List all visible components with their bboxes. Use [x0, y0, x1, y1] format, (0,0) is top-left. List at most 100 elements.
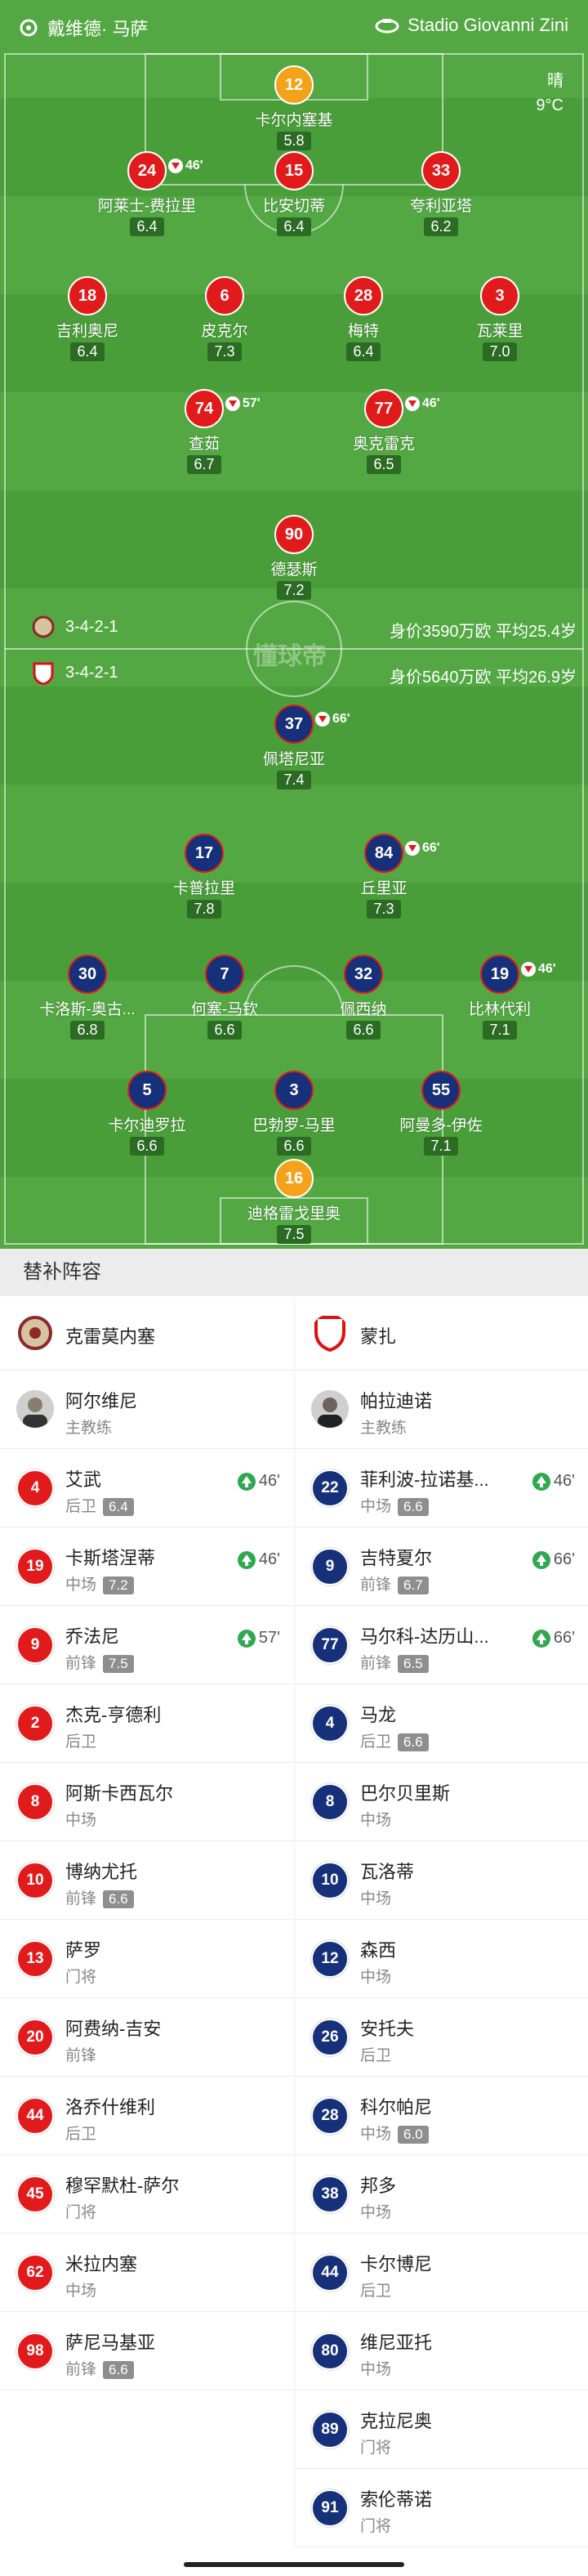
coach-role: 主教练	[65, 1420, 113, 1437]
sub-in-arrow-icon	[237, 1550, 256, 1569]
sub-row[interactable]: 4 马龙 后卫 6.6	[295, 1684, 588, 1763]
sub-row[interactable]: 38 邦多 中场	[295, 2155, 588, 2234]
sub-row[interactable]: 4 艾武 后卫 6.4 46'	[0, 1449, 293, 1527]
sub-position-wrap: 后卫 6.6	[360, 1729, 429, 1751]
sub-row[interactable]: 44 卡尔博尼 后卫	[295, 2234, 588, 2312]
sub-row[interactable]: 9 乔法尼 前锋 7.5 57'	[0, 1606, 293, 1684]
sub-rating: 6.6	[398, 1498, 429, 1516]
player-rating: 6.6	[130, 1137, 164, 1156]
sub-row[interactable]: 9 吉特夏尔 前锋 6.7 66'	[295, 1527, 588, 1606]
player-rating: 6.6	[207, 1021, 242, 1040]
sub-name: 阿斯卡西瓦尔	[65, 1783, 174, 1804]
sub-position: 中场	[360, 2204, 392, 2221]
pitch-player[interactable]: 5 卡尔迪罗拉 6.6	[74, 1071, 220, 1156]
sub-row[interactable]: 10 博纳尤托 前锋 6.6	[0, 1841, 293, 1920]
sub-row[interactable]: 22 菲利波-拉诺基... 中场 6.6 46'	[295, 1449, 588, 1527]
sub-position-wrap: 中场 6.6	[360, 1494, 429, 1516]
pitch-player[interactable]: 6 皮克尔 7.3	[151, 276, 298, 361]
pitch-player[interactable]: 32 佩西纳 6.6	[290, 955, 437, 1040]
player-number: 17	[185, 834, 224, 873]
player-number: 19 46'	[480, 955, 556, 994]
pitch-player[interactable]: 3 巴勃罗-马里 6.6	[220, 1071, 368, 1156]
sub-name: 巴尔贝里斯	[360, 1783, 451, 1804]
right-coach[interactable]: 帕拉迪诺 主教练	[295, 1371, 588, 1449]
sub-row[interactable]: 91 索伦蒂诺 门将	[295, 2469, 588, 2547]
player-number-text: 24	[137, 162, 157, 180]
sub-row[interactable]: 12 森西 中场	[295, 1920, 588, 1998]
sub-row[interactable]: 26 安托夫 后卫	[295, 1998, 588, 2077]
left-coach[interactable]: 阿尔维尼 主教练	[0, 1371, 293, 1449]
sub-row[interactable]: 98 萨尼马基亚 前锋 6.6	[0, 2312, 293, 2390]
sub-number: 8	[16, 1783, 54, 1821]
sub-row[interactable]: 2 杰克-亨德利 后卫	[0, 1684, 293, 1763]
sub-row[interactable]: 19 卡斯塔涅蒂 中场 7.2 46'	[0, 1527, 293, 1606]
pitch-player[interactable]: 30 卡洛斯-奥古... 6.8	[14, 955, 161, 1040]
player-number: 55	[421, 1071, 461, 1110]
sub-position: 前锋	[65, 2361, 97, 2378]
sub-name: 科尔帕尼	[360, 2097, 433, 2118]
sub-row[interactable]: 20 阿费纳-吉安 前锋	[0, 1998, 293, 2077]
coach-avatar	[311, 1390, 349, 1428]
sub-name: 乔法尼	[65, 1626, 120, 1647]
sub-badge: 46'	[521, 951, 556, 987]
pitch-player[interactable]: 24 46' 阿莱士-费拉里 6.4	[74, 151, 220, 236]
sub-row[interactable]: 13 萨罗 门将	[0, 1920, 293, 1998]
pitch-player[interactable]: 15 比安切蒂 6.4	[220, 151, 368, 236]
sub-number: 45	[16, 2176, 54, 2213]
team-coach: 戴维德· 马萨	[18, 15, 148, 41]
pitch-player[interactable]: 55 阿曼多-伊佐 7.1	[368, 1071, 514, 1156]
pitch-player[interactable]: 33 夸利亚塔 6.2	[368, 151, 514, 236]
sub-minute: 66'	[332, 712, 350, 726]
sub-position: 中场	[360, 1890, 392, 1907]
pitch-player[interactable]: 90 德瑟斯 7.2	[220, 515, 368, 600]
sub-name: 米拉内塞	[65, 2254, 138, 2274]
cremonese-crest-icon	[32, 615, 55, 638]
pitch-player[interactable]: 37 66' 佩塔尼亚 7.4	[220, 704, 368, 789]
sub-name: 瓦洛蒂	[360, 1862, 415, 1882]
player-rating: 7.0	[483, 342, 517, 361]
pitch-player[interactable]: 12 卡尔内塞基 5.8	[220, 65, 368, 150]
sub-name: 吉特夏尔	[360, 1548, 433, 1568]
pitch-player[interactable]: 74 57' 查茹 6.7	[131, 389, 278, 474]
player-rating: 6.4	[346, 342, 381, 361]
sub-number: 89	[311, 2411, 349, 2449]
sub-row[interactable]: 8 巴尔贝里斯 中场	[295, 1763, 588, 1841]
pitch-player[interactable]: 17 卡普拉里 7.8	[131, 834, 278, 919]
sub-number: 2	[16, 1705, 54, 1742]
player-number-text: 5	[142, 1081, 152, 1099]
sub-row[interactable]: 77 马尔科-达历山... 前锋 6.5 66'	[295, 1606, 588, 1684]
sub-row[interactable]: 89 克拉尼奥 门将	[295, 2390, 588, 2469]
pitch-player[interactable]: 16 迪格雷戈里奥 7.5	[220, 1159, 368, 1244]
sub-row[interactable]: 10 瓦洛蒂 中场	[295, 1841, 588, 1920]
player-number-text: 33	[431, 162, 451, 180]
sub-number: 44	[16, 2097, 54, 2135]
sub-in-arrow-icon	[532, 1629, 550, 1648]
sub-badge: 66'	[405, 830, 440, 866]
pitch-player[interactable]: 19 46' 比林代利 7.1	[426, 955, 573, 1040]
sub-minute: 46'	[185, 159, 203, 172]
sub-position: 中场	[360, 1812, 392, 1829]
pitch-player[interactable]: 3 瓦莱里 7.0	[426, 276, 573, 361]
sub-in-minute: 46'	[553, 1472, 575, 1490]
right-team-header[interactable]: 蒙扎	[295, 1296, 588, 1371]
pitch-player[interactable]: 77 46' 奥克雷克 6.5	[310, 389, 457, 474]
sub-in-minute: 46'	[258, 1550, 280, 1568]
sub-row[interactable]: 62 米拉内塞 中场	[0, 2234, 293, 2312]
sub-name: 索伦蒂诺	[360, 2489, 433, 2510]
sub-row[interactable]: 45 穆罕默杜-萨尔 门将	[0, 2155, 293, 2234]
pitch-player[interactable]: 28 梅特 6.4	[290, 276, 437, 361]
right-team-name: 蒙扎	[360, 1326, 397, 1347]
home-formation-text: 3-4-2-1	[65, 617, 118, 636]
sub-row[interactable]: 44 洛乔什维利 后卫	[0, 2077, 293, 2155]
pitch-player[interactable]: 7 何塞-马钦 6.6	[151, 955, 298, 1040]
pitch-player[interactable]: 18 吉利奥尼 6.4	[14, 276, 161, 361]
player-name: 卡尔迪罗拉	[108, 1117, 186, 1134]
left-team-header[interactable]: 克雷莫内塞	[0, 1296, 293, 1371]
player-rating: 7.1	[424, 1137, 458, 1156]
sub-row[interactable]: 8 阿斯卡西瓦尔 中场	[0, 1763, 293, 1841]
sub-in-minute: 46'	[258, 1472, 280, 1490]
sub-row[interactable]: 80 维尼亚托 中场	[295, 2312, 588, 2390]
weather: 晴 9°C	[536, 69, 564, 118]
sub-row[interactable]: 28 科尔帕尼 中场 6.0	[295, 2077, 588, 2155]
pitch-player[interactable]: 84 66' 丘里亚 7.3	[310, 834, 457, 919]
